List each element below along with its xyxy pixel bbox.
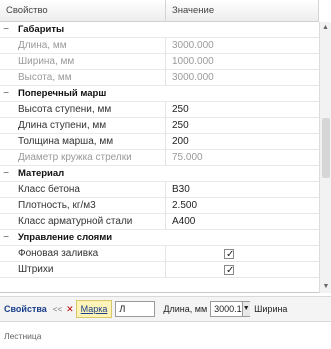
- properties-toolbar: Свойства << ✕ Марка Л Длина, мм 3000.1 ▼…: [0, 296, 331, 322]
- collapse-icon[interactable]: −: [0, 230, 12, 245]
- property-row[interactable]: Ширина, мм 1000.000: [0, 54, 319, 70]
- property-name: Толщина марша, мм: [0, 134, 166, 149]
- column-header-value[interactable]: Значение: [166, 0, 319, 22]
- property-row[interactable]: Фоновая заливка ✓: [0, 246, 319, 262]
- category-row[interactable]: − Управление слоями: [0, 230, 319, 246]
- status-bar: Лестница: [0, 322, 331, 349]
- length-combo-value[interactable]: 3000.1: [211, 302, 242, 316]
- column-header-property[interactable]: Свойство: [0, 0, 166, 22]
- property-row[interactable]: Длина ступени, мм 250: [0, 118, 319, 134]
- property-name: Длина ступени, мм: [0, 118, 166, 133]
- property-value[interactable]: 75.000: [166, 150, 319, 165]
- category-row[interactable]: − Поперечный марш: [0, 86, 319, 102]
- property-value[interactable]: 250: [166, 102, 319, 117]
- property-value[interactable]: 200: [166, 134, 319, 149]
- length-combo[interactable]: 3000.1 ▼: [210, 301, 251, 317]
- collapse-icon[interactable]: −: [0, 166, 12, 181]
- scroll-thumb[interactable]: [322, 118, 330, 178]
- property-row[interactable]: Класс бетона B30: [0, 182, 319, 198]
- scroll-down-icon[interactable]: ▼: [320, 281, 331, 293]
- property-value[interactable]: 250: [166, 118, 319, 133]
- property-grid: Свойство Значение − Габариты Длина, мм 3000…: [0, 0, 331, 293]
- grid-header: Свойство Значение: [0, 0, 319, 22]
- category-label: Габариты: [18, 24, 65, 35]
- check-icon: ✓: [226, 265, 235, 276]
- property-name: Диаметр кружка стрелки: [0, 150, 166, 165]
- tab-mark[interactable]: Марка: [75, 300, 113, 318]
- property-value[interactable]: 3000.000: [166, 70, 319, 85]
- nav-back-icon[interactable]: <<: [53, 305, 62, 314]
- mark-input[interactable]: Л: [115, 301, 156, 317]
- property-name: Плотность, кг/м3: [0, 198, 166, 213]
- property-checkbox-cell[interactable]: ✓: [166, 262, 319, 277]
- property-row[interactable]: Штрихи ✓: [0, 262, 319, 278]
- close-icon[interactable]: ✕: [66, 304, 74, 315]
- category-row[interactable]: − Материал: [0, 166, 319, 182]
- checkbox[interactable]: ✓: [224, 265, 235, 276]
- check-icon: ✓: [226, 249, 235, 260]
- vertical-scrollbar[interactable]: ▲ ▼: [319, 22, 331, 293]
- chevron-down-icon[interactable]: ▼: [241, 302, 250, 316]
- property-row[interactable]: Высота ступени, мм 250: [0, 102, 319, 118]
- property-name: Штрихи: [0, 262, 166, 277]
- tab-staircase[interactable]: Лестница: [4, 331, 42, 341]
- scroll-up-icon[interactable]: ▲: [320, 22, 331, 34]
- property-value[interactable]: 3000.000: [166, 38, 319, 53]
- category-row[interactable]: − Габариты: [0, 22, 319, 38]
- property-checkbox-cell[interactable]: ✓: [166, 246, 319, 261]
- category-label: Материал: [18, 168, 65, 179]
- toolbar-title: Свойства: [4, 304, 47, 314]
- length-label: Длина, мм: [163, 304, 208, 314]
- property-row[interactable]: Диаметр кружка стрелки 75.000: [0, 150, 319, 166]
- property-value[interactable]: 1000.000: [166, 54, 319, 69]
- property-row[interactable]: Толщина марша, мм 200: [0, 134, 319, 150]
- category-label: Поперечный марш: [18, 88, 107, 99]
- property-name: Высота, мм: [0, 70, 166, 85]
- property-name: Класс бетона: [0, 182, 166, 197]
- property-row[interactable]: Высота, мм 3000.000: [0, 70, 319, 86]
- property-row[interactable]: Длина, мм 3000.000: [0, 38, 319, 54]
- property-rows: − Габариты Длина, мм 3000.000 Ширина, мм 1000…: [0, 22, 319, 278]
- width-label: Ширина: [254, 304, 288, 314]
- property-value[interactable]: A400: [166, 214, 319, 229]
- property-name: Ширина, мм: [0, 54, 166, 69]
- collapse-icon[interactable]: −: [0, 86, 12, 101]
- category-label: Управление слоями: [18, 232, 113, 243]
- collapse-icon[interactable]: −: [0, 22, 12, 37]
- property-name: Высота ступени, мм: [0, 102, 166, 117]
- property-row[interactable]: Класс арматурной стали A400: [0, 214, 319, 230]
- checkbox[interactable]: ✓: [224, 249, 235, 260]
- property-value[interactable]: 2.500: [166, 198, 319, 213]
- property-name: Длина, мм: [0, 38, 166, 53]
- property-name: Класс арматурной стали: [0, 214, 166, 229]
- property-name: Фоновая заливка: [0, 246, 166, 261]
- property-row[interactable]: Плотность, кг/м3 2.500: [0, 198, 319, 214]
- property-value[interactable]: B30: [166, 182, 319, 197]
